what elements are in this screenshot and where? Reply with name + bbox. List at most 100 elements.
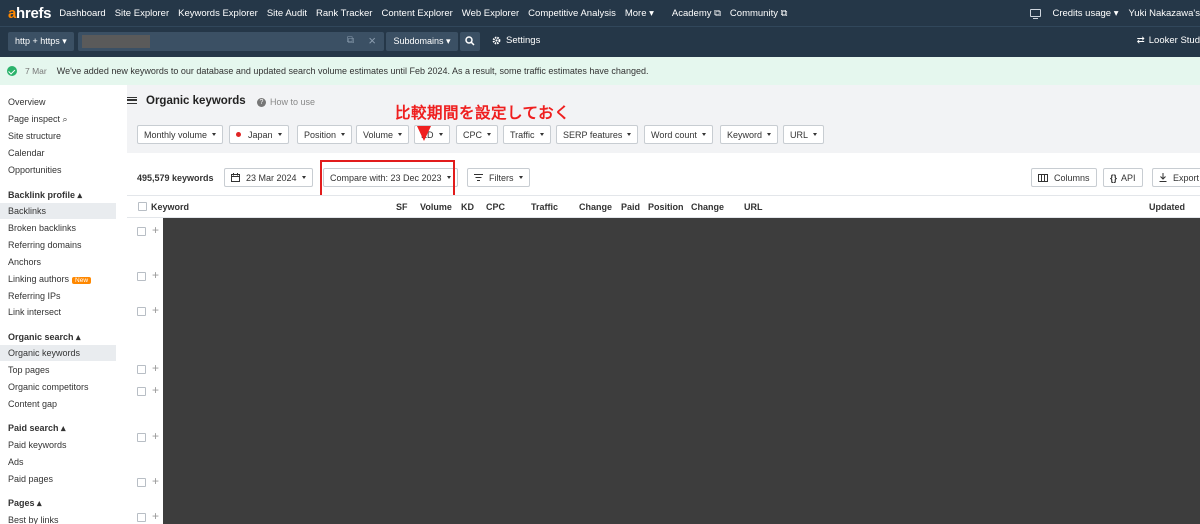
col-sf[interactable]: SF <box>396 202 408 212</box>
date-picker[interactable]: 23 Mar 2024 <box>224 168 313 187</box>
target-url-input[interactable]: ⧉ × <box>78 32 384 51</box>
filter-country[interactable]: Japan <box>229 125 289 144</box>
col-cpc[interactable]: CPC <box>486 202 505 212</box>
nav-community[interactable]: Community ⧉ <box>730 8 787 19</box>
sidebar-item-opportunities[interactable]: Opportunities <box>8 165 62 175</box>
ahrefs-logo[interactable]: ahrefs <box>8 5 52 22</box>
how-to-use-link[interactable]: ? How to use <box>257 97 315 107</box>
filter-serp-features[interactable]: SERP features <box>556 125 639 144</box>
sidebar-item-ads[interactable]: Ads <box>8 457 24 467</box>
row-checkbox[interactable] <box>137 478 146 487</box>
nav-more[interactable]: More ▾ <box>625 8 654 19</box>
sidebar-item-link-intersect[interactable]: Link intersect <box>8 307 61 317</box>
plus-icon[interactable]: + <box>152 303 159 317</box>
row-checkbox[interactable] <box>137 272 146 281</box>
settings-button[interactable]: Settings <box>492 35 540 46</box>
sidebar-item-calendar[interactable]: Calendar <box>8 148 45 158</box>
col-traffic[interactable]: Traffic <box>531 202 558 212</box>
sidebar-heading-organic-search[interactable]: Organic search ▴ <box>8 332 81 343</box>
nav-site-audit[interactable]: Site Audit <box>267 8 307 19</box>
col-traffic-change[interactable]: Change <box>579 202 612 212</box>
filter-position[interactable]: Position <box>297 125 353 144</box>
redacted-table-content <box>163 218 1200 524</box>
col-volume[interactable]: Volume <box>420 202 452 212</box>
row-checkbox[interactable] <box>137 365 146 374</box>
plus-icon[interactable]: + <box>152 223 159 237</box>
filter-label: URL <box>790 129 809 140</box>
sidebar-item-referring-domains[interactable]: Referring domains <box>8 240 82 250</box>
filter-traffic[interactable]: Traffic <box>503 125 551 144</box>
search-button[interactable] <box>460 32 480 51</box>
api-button[interactable]: {} API <box>1103 168 1143 187</box>
subdomains-select[interactable]: Subdomains ▾ <box>386 32 458 51</box>
sidebar-item-content-gap[interactable]: Content gap <box>8 399 57 409</box>
open-external-icon[interactable]: ⧉ <box>347 35 354 46</box>
user-menu[interactable]: Yuki Nakazawa's <box>1128 8 1200 19</box>
row-checkbox[interactable] <box>137 307 146 316</box>
col-position[interactable]: Position <box>648 202 684 212</box>
filter-cpc[interactable]: CPC <box>456 125 499 144</box>
protocol-select[interactable]: http + https ▾ <box>8 32 74 51</box>
sidebar-item-page-inspect[interactable]: Page inspect ⌕ <box>8 114 68 125</box>
sidebar-item-top-pages[interactable]: Top pages <box>8 365 50 375</box>
col-paid[interactable]: Paid <box>621 202 640 212</box>
row-checkbox[interactable] <box>137 387 146 396</box>
sidebar-item-broken-backlinks[interactable]: Broken backlinks <box>8 223 76 233</box>
filter-monthly-volume[interactable]: Monthly volume <box>137 125 224 144</box>
nav-web-explorer[interactable]: Web Explorer <box>462 8 519 19</box>
select-all-checkbox[interactable] <box>138 202 147 211</box>
menu-icon[interactable] <box>127 97 137 104</box>
col-keyword[interactable]: Keyword <box>151 202 189 212</box>
sidebar-item-referring-ips[interactable]: Referring IPs <box>8 291 61 301</box>
sidebar-heading-backlink-profile[interactable]: Backlink profile ▴ <box>8 190 82 201</box>
sidebar-heading-pages[interactable]: Pages ▴ <box>8 498 42 509</box>
plus-icon[interactable]: + <box>152 509 159 523</box>
looker-studio-link[interactable]: ⇄ Looker Stud <box>1137 35 1200 46</box>
col-updated[interactable]: Updated <box>1149 202 1185 212</box>
sidebar-item-organic-keywords[interactable]: Organic keywords <box>0 345 116 361</box>
nav-rank-tracker[interactable]: Rank Tracker <box>316 8 373 19</box>
table-header: Keyword SF Volume KD CPC Traffic Change … <box>127 195 1200 218</box>
columns-button[interactable]: Columns <box>1031 168 1097 187</box>
nav-academy[interactable]: Academy ⧉ <box>672 8 721 19</box>
filter-url[interactable]: URL <box>783 125 825 144</box>
sidebar-item-site-structure[interactable]: Site structure <box>8 131 61 141</box>
sidebar-item-overview[interactable]: Overview <box>8 97 46 107</box>
sidebar-heading-paid-search[interactable]: Paid search ▴ <box>8 423 66 434</box>
columns-icon <box>1038 173 1048 182</box>
nav-content-explorer[interactable]: Content Explorer <box>381 8 452 19</box>
nav-keywords-explorer[interactable]: Keywords Explorer <box>178 8 258 19</box>
credits-usage-menu[interactable]: Credits usage ▾ <box>1052 8 1118 19</box>
monitor-icon[interactable] <box>1030 9 1042 19</box>
sidebar-item-paid-keywords[interactable]: Paid keywords <box>8 440 67 450</box>
sidebar-item-paid-pages[interactable]: Paid pages <box>8 474 53 484</box>
sidebar-item-best-by-links[interactable]: Best by links <box>8 515 59 524</box>
caret-down-icon <box>767 133 772 136</box>
plus-icon[interactable]: + <box>152 429 159 443</box>
sidebar-item-anchors[interactable]: Anchors <box>8 257 41 267</box>
filter-word-count[interactable]: Word count <box>644 125 713 144</box>
caret-down-icon <box>518 176 523 179</box>
plus-icon[interactable]: + <box>152 268 159 282</box>
col-kd[interactable]: KD <box>461 202 474 212</box>
filter-volume[interactable]: Volume <box>356 125 410 144</box>
nav-site-explorer[interactable]: Site Explorer <box>115 8 169 19</box>
plus-icon[interactable]: + <box>152 383 159 397</box>
plus-icon[interactable]: + <box>152 361 159 375</box>
clear-icon[interactable]: × <box>368 33 376 48</box>
filter-keyword[interactable]: Keyword <box>720 125 779 144</box>
nav-competitive-analysis[interactable]: Competitive Analysis <box>528 8 616 19</box>
sidebar-item-linking-authors[interactable]: Linking authors New <box>8 274 92 284</box>
col-url[interactable]: URL <box>744 202 763 212</box>
row-checkbox[interactable] <box>137 513 146 522</box>
filters-button[interactable]: Filters <box>467 168 530 187</box>
row-checkbox[interactable] <box>137 433 146 442</box>
nav-dashboard[interactable]: Dashboard <box>59 8 105 19</box>
col-position-change[interactable]: Change <box>691 202 724 212</box>
columns-label: Columns <box>1054 172 1090 183</box>
sidebar-item-organic-competitors[interactable]: Organic competitors <box>8 382 89 392</box>
sidebar-item-backlinks[interactable]: Backlinks <box>0 203 116 219</box>
plus-icon[interactable]: + <box>152 474 159 488</box>
export-button[interactable]: Export <box>1152 168 1200 187</box>
row-checkbox[interactable] <box>137 227 146 236</box>
